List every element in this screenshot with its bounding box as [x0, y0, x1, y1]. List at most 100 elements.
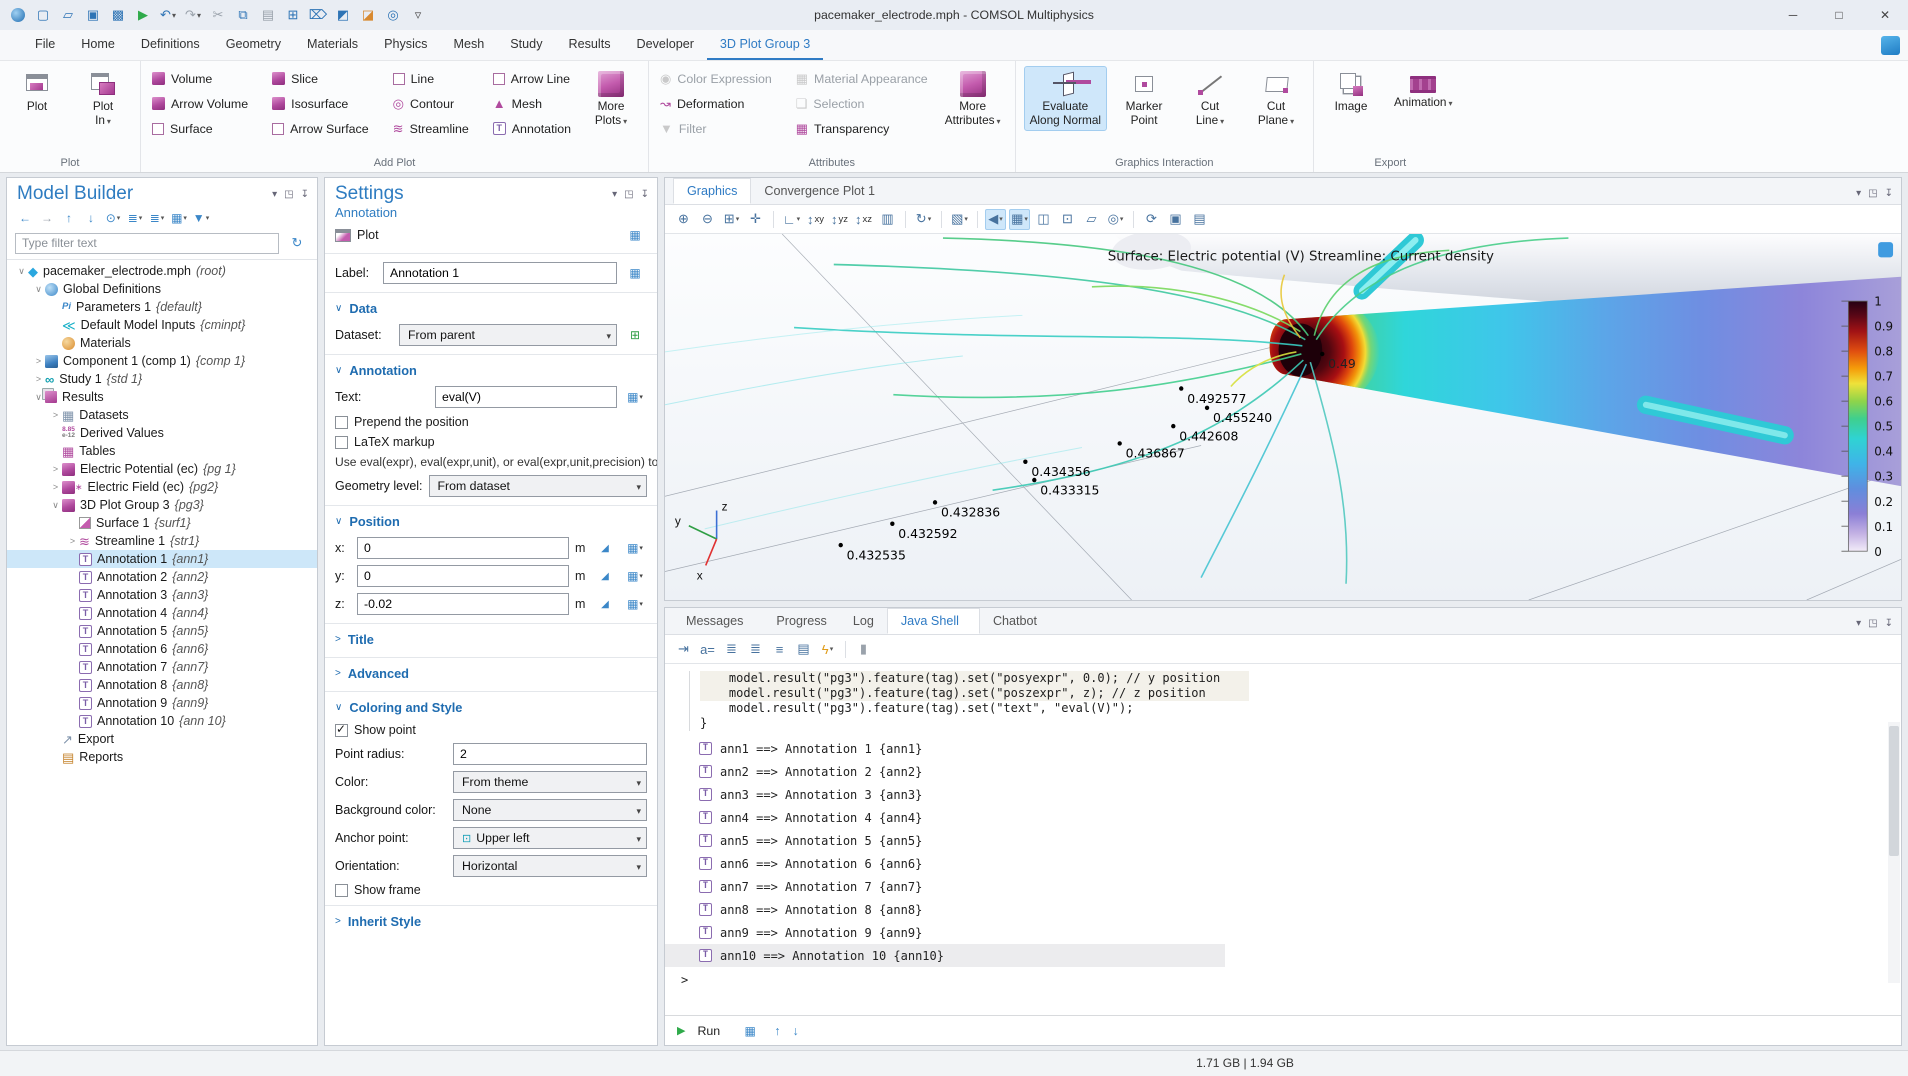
tree-item-annotation-7[interactable]: TAnnotation 7{ann7}	[7, 658, 317, 676]
tree-item-tables[interactable]: ▦Tables	[7, 442, 317, 460]
mesh-button[interactable]: ▲Mesh	[490, 96, 574, 112]
tab-geometry[interactable]: Geometry	[213, 30, 294, 60]
pin-icon[interactable]: ↧	[1885, 618, 1893, 629]
y-menu-button[interactable]	[623, 565, 647, 587]
float-icon[interactable]: ◳	[1868, 618, 1877, 629]
tree-item-component-1-comp-1-[interactable]: >Component 1 (comp 1){comp 1}	[7, 352, 317, 370]
surface-button[interactable]: Surface	[149, 121, 251, 137]
z-menu-button[interactable]	[623, 593, 647, 615]
section-data[interactable]: Data	[325, 292, 657, 321]
show-point-checkbox[interactable]	[335, 724, 348, 737]
tree-item-results[interactable]: ∨Results	[7, 388, 317, 406]
x-position-input[interactable]	[357, 537, 569, 559]
tree-item-annotation-8[interactable]: TAnnotation 8{ann8}	[7, 676, 317, 694]
latex-markup-checkbox[interactable]	[335, 436, 348, 449]
dataset-select[interactable]: From parent	[399, 324, 617, 346]
clear-selection-icon[interactable]: ◪	[356, 3, 380, 27]
point-radius-input[interactable]	[453, 743, 647, 765]
collapsed-icon[interactable]: >	[49, 482, 62, 492]
anchor-point-select[interactable]: ⊡Upper left	[453, 827, 647, 849]
previous-command-icon[interactable]: ↑	[774, 1024, 780, 1038]
stop-icon[interactable]: ▮	[853, 639, 874, 660]
volume-button[interactable]: Volume	[149, 71, 251, 87]
select-icon[interactable]: ◎▾	[1105, 209, 1126, 230]
tab-materials[interactable]: Materials	[294, 30, 371, 60]
geometry-level-select[interactable]: From dataset	[429, 475, 647, 497]
tree-item-annotation-4[interactable]: TAnnotation 4{ann4}	[7, 604, 317, 622]
marker-point-button[interactable]: MarkerPoint	[1115, 66, 1173, 131]
default-3d-view-icon[interactable]: ▥	[877, 209, 898, 230]
camera-icon[interactable]: ▣	[1165, 209, 1186, 230]
minimize-button[interactable]: ─	[1770, 0, 1816, 30]
run-button[interactable]: Run	[697, 1024, 720, 1038]
zoom-box-icon[interactable]: ⊞▾	[721, 209, 742, 230]
evaluate-along-normal-button[interactable]: EvaluateAlong Normal	[1024, 66, 1107, 131]
new-file-icon[interactable]: ▢	[31, 3, 55, 27]
model-tree-view-icon[interactable]: ▦▾	[169, 208, 189, 228]
collapsed-icon[interactable]: >	[49, 464, 62, 474]
grid-view-icon[interactable]: ⊡	[1057, 209, 1078, 230]
chevron-down-icon[interactable]: ▾	[1856, 618, 1861, 629]
split-view-icon[interactable]: ◫	[1033, 209, 1054, 230]
tree-item-annotation-2[interactable]: TAnnotation 2{ann2}	[7, 568, 317, 586]
tree-item-parameters-1[interactable]: PiParameters 1{default}	[7, 298, 317, 316]
plot-settings-icon[interactable]: ▧▾	[949, 209, 970, 230]
tab-study[interactable]: Study	[497, 30, 555, 60]
tab-convergence-plot-1[interactable]: Convergence Plot 1	[751, 178, 895, 204]
collapsed-icon[interactable]: >	[32, 374, 45, 384]
dataset-add-button[interactable]	[623, 324, 647, 346]
zoom-out-icon[interactable]: ⊖	[697, 209, 718, 230]
expand-cells-icon[interactable]: ≣	[745, 639, 766, 660]
filter-tree-icon[interactable]: ▼▾	[191, 208, 211, 228]
tree-filter-input[interactable]	[15, 233, 279, 254]
more-attributes-button[interactable]: MoreAttributes▾	[939, 66, 1007, 131]
tab-messages[interactable]: Messages	[673, 608, 763, 634]
duplicate-icon[interactable]: ⊞	[281, 3, 305, 27]
tab-home[interactable]: Home	[68, 30, 128, 60]
text-expression-button[interactable]	[623, 386, 647, 408]
tree-item-study-1[interactable]: >∞Study 1{std 1}	[7, 370, 317, 388]
plot-in-button[interactable]: PlotIn▾	[74, 66, 132, 131]
collapse-all-icon[interactable]: ≣▾	[125, 208, 145, 228]
customize-toolbar-icon[interactable]: ▿	[406, 3, 430, 27]
expanded-icon[interactable]: ∨	[32, 392, 45, 403]
expanded-icon[interactable]: ∨	[32, 284, 45, 295]
measure-icon[interactable]: ▱	[1081, 209, 1102, 230]
zoom-in-icon[interactable]: ⊕	[673, 209, 694, 230]
save-icon[interactable]: ▣	[81, 3, 105, 27]
arrow-surface-button[interactable]: Arrow Surface	[269, 121, 372, 137]
background-color-select[interactable]: None	[453, 799, 647, 821]
pin-icon[interactable]: ↧	[641, 189, 649, 200]
tree-item-annotation-9[interactable]: TAnnotation 9{ann9}	[7, 694, 317, 712]
section-advanced[interactable]: Advanced	[325, 657, 657, 686]
redo-icon[interactable]: ↷▾	[181, 3, 205, 27]
open-file-icon[interactable]: ▱	[56, 3, 80, 27]
color-select[interactable]: From theme	[453, 771, 647, 793]
plot-button[interactable]: Plot	[8, 66, 66, 116]
tree-item-global-definitions[interactable]: ∨Global Definitions	[7, 280, 317, 298]
move-to-input-icon[interactable]: ⇥	[673, 639, 694, 660]
tree-item-3d-plot-group-3[interactable]: ∨3D Plot Group 3{pg3}	[7, 496, 317, 514]
table-view-icon[interactable]: ▦▾	[1009, 209, 1030, 230]
move-up-icon[interactable]: ↑	[59, 208, 79, 228]
transparency-button[interactable]: ▦Transparency	[793, 121, 931, 137]
collapsed-icon[interactable]: >	[32, 356, 45, 366]
pin-icon[interactable]: ↧	[1885, 188, 1893, 199]
open-doc-icon[interactable]: ▤	[793, 639, 814, 660]
tree-item-reports[interactable]: ▤Reports	[7, 748, 317, 766]
close-button[interactable]: ✕	[1862, 0, 1908, 30]
z-position-input[interactable]	[357, 593, 569, 615]
java-shell-output[interactable]: model.result("pg3").feature(tag).set("po…	[665, 664, 1901, 1015]
collapsed-icon[interactable]: >	[49, 410, 62, 420]
console-icon[interactable]	[738, 1020, 762, 1042]
x-menu-button[interactable]	[623, 537, 647, 559]
image-button[interactable]: Image	[1322, 66, 1380, 116]
tab-progress[interactable]: Progress	[763, 608, 839, 634]
view-xz-icon[interactable]: ↕xz	[853, 209, 874, 230]
run-icon[interactable]: ▶	[677, 1024, 685, 1037]
tab-mesh[interactable]: Mesh	[440, 30, 497, 60]
float-icon[interactable]: ◳	[1868, 188, 1877, 199]
tab-graphics[interactable]: Graphics	[673, 178, 751, 204]
paste-icon[interactable]: ▤	[256, 3, 280, 27]
arrow-volume-button[interactable]: Arrow Volume	[149, 96, 251, 112]
